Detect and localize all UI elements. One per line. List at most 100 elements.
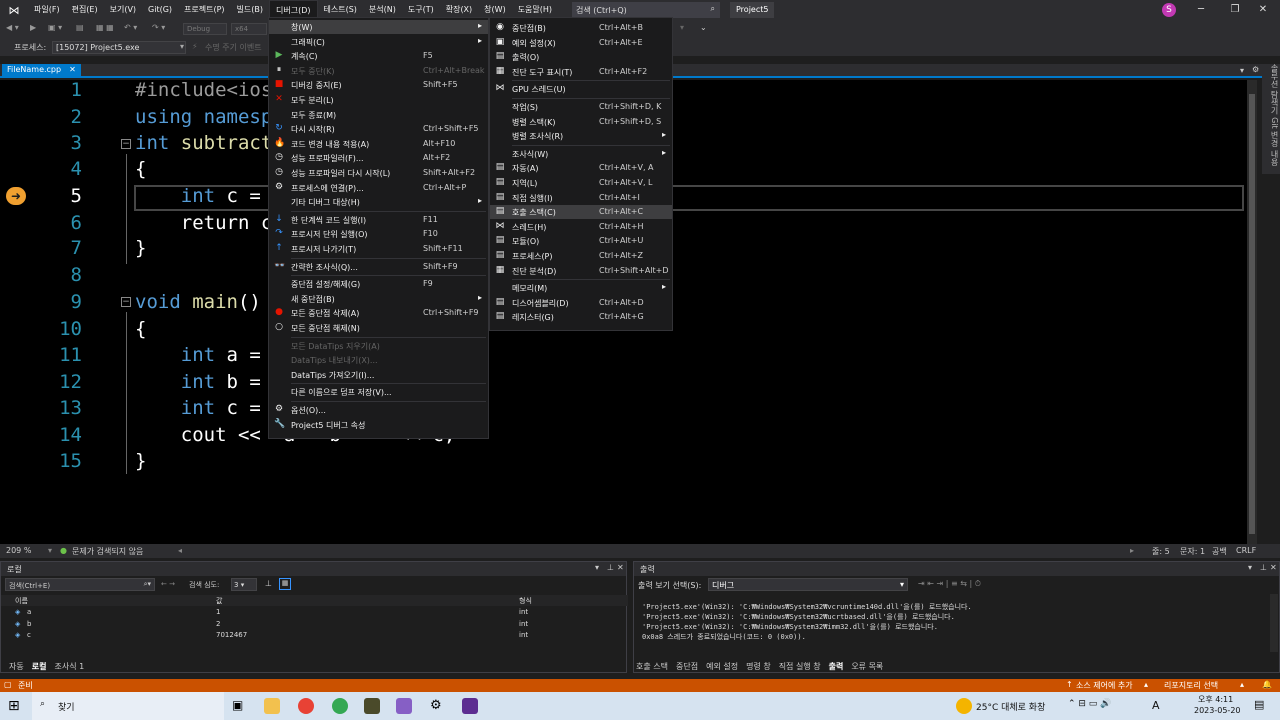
file-explorer-icon[interactable] [264, 698, 280, 714]
indicator-margin[interactable] [0, 80, 30, 544]
menu-item[interactable]: ↷ 프로시저 단위 실행(O) F10 [269, 227, 488, 241]
windows-start-icon[interactable]: ⊞ [8, 698, 24, 714]
issues-status[interactable]: 문제가 검색되지 않음 [72, 546, 143, 557]
lifecycle-events[interactable]: 수명 주기 이벤트 [205, 42, 262, 53]
notepad-icon[interactable] [364, 698, 380, 714]
locals-tab[interactable]: 조사식 1 [54, 661, 84, 672]
menu-item[interactable]: ◷ 성능 프로파일러(F)... Alt+F2 [269, 151, 488, 165]
scroll-right-icon[interactable]: ▸ [1130, 546, 1134, 555]
menu-item[interactable]: 창(W) ▸ [269, 20, 488, 34]
menu-item[interactable]: ↓ 한 단계씩 코드 실행(I) F11 [269, 213, 488, 227]
scrollbar-thumb[interactable] [1249, 94, 1255, 534]
menu-item[interactable]: ⋈ GPU 스레드(U) [490, 82, 672, 96]
dropdown-icon[interactable]: ▴ [1144, 680, 1148, 689]
menu-item[interactable]: ▤ 프로세스(P) Ctrl+Alt+Z [490, 249, 672, 263]
output-tab[interactable]: 예외 설정 [706, 661, 738, 672]
menu-item[interactable]: ▣ 예외 설정(X) Ctrl+Alt+E [490, 36, 672, 50]
menu-item[interactable]: ○ 모든 중단점 해제(N) [269, 321, 488, 335]
output-tab[interactable]: 직접 실행 창 [779, 661, 821, 672]
output-scrollbar[interactable] [1270, 594, 1278, 652]
config-dropdown[interactable]: Debug [183, 23, 227, 35]
output-tab[interactable]: 출력 [829, 661, 844, 672]
menu-item[interactable]: 빌드(B) [231, 0, 269, 20]
menu-item[interactable]: ↑ 프로시저 나가기(T) Shift+F11 [269, 242, 488, 256]
process-dropdown[interactable]: [15072] Project5.exe [52, 41, 186, 54]
save-icon[interactable]: ▦ ▦ [96, 23, 114, 32]
menu-item[interactable]: 파일(F) [28, 0, 66, 20]
close-panel-icon[interactable]: ✕ [1270, 563, 1277, 572]
weather-text[interactable]: 25°C 대체로 화창 [976, 700, 1045, 713]
settings-icon[interactable]: ⚙ [430, 698, 446, 714]
depth-dropdown[interactable]: 3 ▾ [231, 578, 257, 591]
local-variable-row[interactable]: ◈ c 7012467 int [1, 630, 628, 641]
menu-item[interactable]: 🔥 코드 변경 내용 적용(A) Alt+F10 [269, 137, 488, 151]
menu-item[interactable]: 조사식(W) ▸ [490, 147, 672, 161]
tab-filename-cpp[interactable]: FileName.cpp ✕ [2, 64, 81, 78]
menu-item[interactable]: ▦ 진단 도구 표시(T) Ctrl+Alt+F2 [490, 65, 672, 79]
menu-item[interactable]: 병렬 조사식(R) ▸ [490, 129, 672, 143]
locals-tab[interactable]: 로컬 [32, 661, 47, 672]
new-item-icon[interactable]: ▣ ▾ [48, 23, 62, 32]
variable-value[interactable]: 1 [216, 608, 220, 616]
menu-item[interactable]: ■ 디버깅 중지(E) Shift+F5 [269, 78, 488, 92]
menu-item[interactable]: ▤ 직접 실행(I) Ctrl+Alt+I [490, 191, 672, 205]
back-icon[interactable]: ◀ ▾ [6, 23, 19, 32]
header-name[interactable]: 이름 [15, 596, 28, 606]
forward-icon[interactable]: ▶ [30, 23, 36, 32]
clock-date[interactable]: 2023-05-20 [1194, 706, 1241, 715]
output-tab[interactable]: 호출 스택 [636, 661, 668, 672]
notification-center-icon[interactable]: ▤ [1254, 698, 1264, 711]
menu-item[interactable]: 프로젝트(P) [178, 0, 231, 20]
source-control-button[interactable]: 소스 제어에 추가 [1076, 680, 1133, 691]
zoom-dropdown-icon[interactable]: ▾ [48, 546, 52, 555]
menu-item[interactable]: 다른 이름으로 덤프 저장(V)... [269, 385, 488, 399]
tray-icons[interactable]: ⌃ ⊟ ▭ 🔊 [1068, 699, 1111, 709]
variable-value[interactable]: 2 [216, 620, 220, 628]
menu-item[interactable]: ▦ 진단 분석(D) Ctrl+Shift+Alt+D [490, 264, 672, 278]
variable-value[interactable]: 7012467 [216, 631, 247, 639]
hex-toggle-icon[interactable]: ▦ [279, 578, 291, 590]
menu-item[interactable]: ✕ 모두 분리(L) [269, 93, 488, 107]
menu-item[interactable]: 작업(S) Ctrl+Shift+D, K [490, 100, 672, 114]
redo-icon[interactable]: ↷ ▾ [152, 23, 165, 32]
menu-item[interactable]: 중단점 설정/해제(G) F9 [269, 277, 488, 291]
dropdown-icon[interactable]: ▾ [1248, 563, 1252, 572]
tab-list-icon[interactable]: ▾ [1240, 66, 1244, 75]
close-button[interactable]: ✕ [1246, 0, 1280, 20]
search-box[interactable]: 검색 (Ctrl+Q) ⌕ [572, 2, 720, 18]
menu-item[interactable]: 보기(V) [104, 0, 142, 20]
repo-button[interactable]: 리포지토리 선택 [1164, 680, 1218, 691]
fold-toggle-icon[interactable]: − [121, 139, 131, 149]
side-panel-tabs[interactable]: 솔루션 탐색기 Git 변경 내용 [1262, 64, 1280, 174]
locals-search-input[interactable]: 검색(Ctrl+E) ⌕▾ [5, 578, 155, 591]
taskbar-search[interactable]: ⌕ 찾기 [32, 692, 224, 720]
menu-item[interactable]: 모두 종료(M) [269, 108, 488, 122]
menu-item[interactable]: ▤ 출력(O) [490, 50, 672, 64]
menu-item[interactable]: ⚙ 옵션(O)... [269, 403, 488, 417]
avatar[interactable]: S [1162, 3, 1176, 17]
current-statement-arrow-icon[interactable]: ➜ [6, 187, 26, 205]
dropdown-icon[interactable]: ▾ [595, 563, 599, 572]
local-variable-row[interactable]: ◈ a 1 int [1, 607, 628, 618]
menu-item[interactable]: ◷ 성능 프로파일러 다시 시작(L) Shift+Alt+F2 [269, 166, 488, 180]
output-source-dropdown[interactable]: 디버그 ▾ [708, 578, 908, 591]
menu-item[interactable]: ▤ 디스어셈블리(D) Ctrl+Alt+D [490, 296, 672, 310]
menu-item[interactable]: ▤ 모듈(O) Ctrl+Alt+U [490, 234, 672, 248]
menu-item[interactable]: Git(G) [142, 0, 178, 20]
output-toolbar-icons[interactable]: ⇥ ⇤ ⇥ | ≡ ⇆ | ⏱ [918, 579, 981, 589]
toolbar-overflow-icon[interactable]: ⌄ [700, 23, 707, 32]
pin-icon[interactable]: ⊥ [607, 563, 614, 572]
clock-time[interactable]: 오후 4:11 [1198, 694, 1233, 705]
tab-close-icon[interactable]: ✕ [69, 65, 76, 77]
lifecycle-icon[interactable]: ⚡ [192, 42, 198, 51]
editor-vertical-scrollbar[interactable] [1247, 80, 1257, 544]
settings-icon[interactable]: ⚙ [1252, 65, 1259, 74]
open-icon[interactable]: ▤ [76, 23, 84, 32]
task-view-icon[interactable]: ▣ [232, 698, 248, 714]
menu-item[interactable]: ◉ 중단점(B) Ctrl+Alt+B [490, 21, 672, 35]
close-panel-icon[interactable]: ✕ [617, 563, 624, 572]
minimize-button[interactable]: ─ [1184, 0, 1218, 20]
output-tab[interactable]: 오류 목록 [851, 661, 883, 672]
menu-item[interactable]: 🔧 Project5 디버그 속성 [269, 418, 488, 432]
menu-item[interactable]: 그래픽(C) ▸ [269, 35, 488, 49]
